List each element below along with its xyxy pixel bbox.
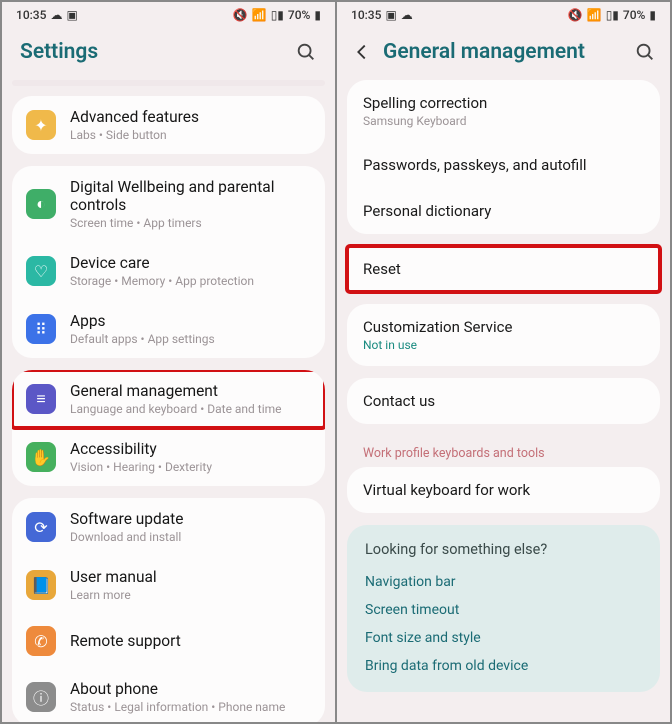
battery-icon: ▮ bbox=[314, 8, 321, 22]
apps-icon: ⠿ bbox=[26, 314, 56, 344]
mute-icon: 🔇 bbox=[568, 8, 583, 22]
nav-bar-link[interactable]: Navigation bar bbox=[365, 568, 642, 596]
general-management[interactable]: ≡ General management Language and keyboard… bbox=[12, 370, 325, 428]
user-manual[interactable]: 📘 User manual Learn more bbox=[12, 556, 325, 614]
row-title: Digital Wellbeing and parental controls bbox=[70, 178, 311, 214]
device-care[interactable]: ♡ Device care Storage • Memory • App prote… bbox=[12, 242, 325, 300]
looking-title: Looking for something else? bbox=[365, 541, 642, 558]
search-icon[interactable] bbox=[634, 41, 656, 63]
row-subtitle: Language and keyboard • Date and time bbox=[70, 402, 282, 416]
general-management-icon: ≡ bbox=[26, 384, 56, 414]
user-manual-icon: 📘 bbox=[26, 570, 56, 600]
accessibility-icon: ✋ bbox=[26, 442, 56, 472]
page-title: Settings bbox=[20, 40, 98, 64]
cloud-icon: ☁ bbox=[401, 8, 413, 22]
battery-icon: ▮ bbox=[649, 8, 656, 22]
settings-group: Contact us bbox=[347, 378, 660, 424]
device-care-icon: ♡ bbox=[26, 256, 56, 286]
header: Settings bbox=[2, 26, 335, 80]
screen-timeout-link[interactable]: Screen timeout bbox=[365, 596, 642, 624]
status-bar: 10:35 ☁ ▣ 🔇 📶 ▯▮ 70% ▮ bbox=[2, 2, 335, 26]
settings-group: Customization Service Not in use bbox=[347, 304, 660, 366]
settings-group: ◐ Digital Wellbeing and parental controls… bbox=[12, 166, 325, 358]
virtual-keyboard-work[interactable]: Virtual keyboard for work bbox=[347, 467, 660, 513]
wifi-icon: 📶 bbox=[587, 8, 602, 22]
settings-group: ⟳ Software update Download and install 📘 Use… bbox=[12, 498, 325, 722]
spelling-correction[interactable]: Spelling correction Samsung Keyboard bbox=[347, 80, 660, 142]
row-subtitle: Storage • Memory • App protection bbox=[70, 274, 254, 288]
row-title: General management bbox=[70, 382, 282, 400]
accessibility[interactable]: ✋ Accessibility Vision • Hearing • Dexteri… bbox=[12, 428, 325, 486]
digital-wellbeing[interactable]: ◐ Digital Wellbeing and parental controls… bbox=[12, 166, 325, 242]
reset[interactable]: Reset bbox=[347, 246, 660, 292]
row-title: Remote support bbox=[70, 632, 181, 650]
battery-text: 70% bbox=[288, 8, 310, 22]
item-subtitle: Samsung Keyboard bbox=[363, 114, 644, 128]
general-management-screen: 10:35 ▣ ☁ 🔇 📶 ▯▮ 70% ▮ General managemen… bbox=[337, 2, 670, 722]
back-icon[interactable] bbox=[351, 41, 373, 63]
settings-group: ≡ General management Language and keyboard… bbox=[12, 370, 325, 486]
item-label: Reset bbox=[363, 260, 644, 278]
battery-text: 70% bbox=[623, 8, 645, 22]
passwords-passkeys[interactable]: Passwords, passkeys, and autofill bbox=[347, 142, 660, 188]
settings-group: Spelling correction Samsung Keyboard Passw… bbox=[347, 80, 660, 234]
image-icon: ▣ bbox=[385, 8, 396, 22]
row-subtitle: Labs • Side button bbox=[70, 128, 199, 142]
customization-service[interactable]: Customization Service Not in use bbox=[347, 304, 660, 366]
star-icon: ✦ bbox=[26, 110, 56, 140]
personal-dictionary[interactable]: Personal dictionary bbox=[347, 188, 660, 234]
signal-icon: ▯▮ bbox=[271, 8, 284, 22]
row-subtitle: Download and install bbox=[70, 530, 183, 544]
page-title: General management bbox=[383, 40, 585, 64]
cloud-icon: ☁ bbox=[50, 8, 62, 22]
item-label: Spelling correction bbox=[363, 94, 644, 112]
search-icon[interactable] bbox=[295, 41, 317, 63]
item-subtitle: Not in use bbox=[363, 338, 644, 352]
remote-support[interactable]: ✆ Remote support bbox=[12, 614, 325, 668]
settings-group: Virtual keyboard for work bbox=[347, 467, 660, 513]
settings-group: Reset bbox=[347, 246, 660, 292]
looking-for-box: Looking for something else? Navigation ba… bbox=[347, 525, 660, 692]
row-subtitle: Default apps • App settings bbox=[70, 332, 215, 346]
bring-data-link[interactable]: Bring data from old device bbox=[365, 652, 642, 680]
software-update[interactable]: ⟳ Software update Download and install bbox=[12, 498, 325, 556]
about-phone[interactable]: ⓘ About phone Status • Legal information •… bbox=[12, 668, 325, 722]
row-title: Device care bbox=[70, 254, 254, 272]
row-title: About phone bbox=[70, 680, 285, 698]
row-title: Advanced features bbox=[70, 108, 199, 126]
row-subtitle: Screen time • App timers bbox=[70, 216, 311, 230]
wellbeing-icon: ◐ bbox=[26, 189, 56, 219]
item-label: Customization Service bbox=[363, 318, 644, 336]
row-title: User manual bbox=[70, 568, 157, 586]
image-icon: ▣ bbox=[66, 8, 77, 22]
remote-support-icon: ✆ bbox=[26, 626, 56, 656]
row-subtitle: Vision • Hearing • Dexterity bbox=[70, 460, 212, 474]
item-label: Personal dictionary bbox=[363, 202, 644, 220]
software-update-icon: ⟳ bbox=[26, 512, 56, 542]
signal-icon: ▯▮ bbox=[606, 8, 619, 22]
settings-screen: 10:35 ☁ ▣ 🔇 📶 ▯▮ 70% ▮ Settings ✦ Advance… bbox=[2, 2, 335, 722]
advanced-features[interactable]: ✦ Advanced features Labs • Side button bbox=[12, 96, 325, 154]
settings-group: ✦ Advanced features Labs • Side button bbox=[12, 96, 325, 154]
item-label: Virtual keyboard for work bbox=[363, 481, 644, 499]
status-time: 10:35 bbox=[16, 8, 46, 22]
font-size-link[interactable]: Font size and style bbox=[365, 624, 642, 652]
item-label: Passwords, passkeys, and autofill bbox=[363, 156, 644, 174]
work-profile-header: Work profile keyboards and tools bbox=[347, 436, 660, 467]
contact-us[interactable]: Contact us bbox=[347, 378, 660, 424]
wifi-icon: 📶 bbox=[252, 8, 267, 22]
row-subtitle: Learn more bbox=[70, 588, 157, 602]
row-title: Software update bbox=[70, 510, 183, 528]
row-title: Accessibility bbox=[70, 440, 212, 458]
header: General management bbox=[337, 26, 670, 80]
row-subtitle: Status • Legal information • Phone name bbox=[70, 700, 285, 714]
row-title: Apps bbox=[70, 312, 215, 330]
apps[interactable]: ⠿ Apps Default apps • App settings bbox=[12, 300, 325, 358]
status-bar: 10:35 ▣ ☁ 🔇 📶 ▯▮ 70% ▮ bbox=[337, 2, 670, 26]
mute-icon: 🔇 bbox=[233, 8, 248, 22]
item-label: Contact us bbox=[363, 392, 644, 410]
status-time: 10:35 bbox=[351, 8, 381, 22]
about-phone-icon: ⓘ bbox=[26, 682, 56, 712]
